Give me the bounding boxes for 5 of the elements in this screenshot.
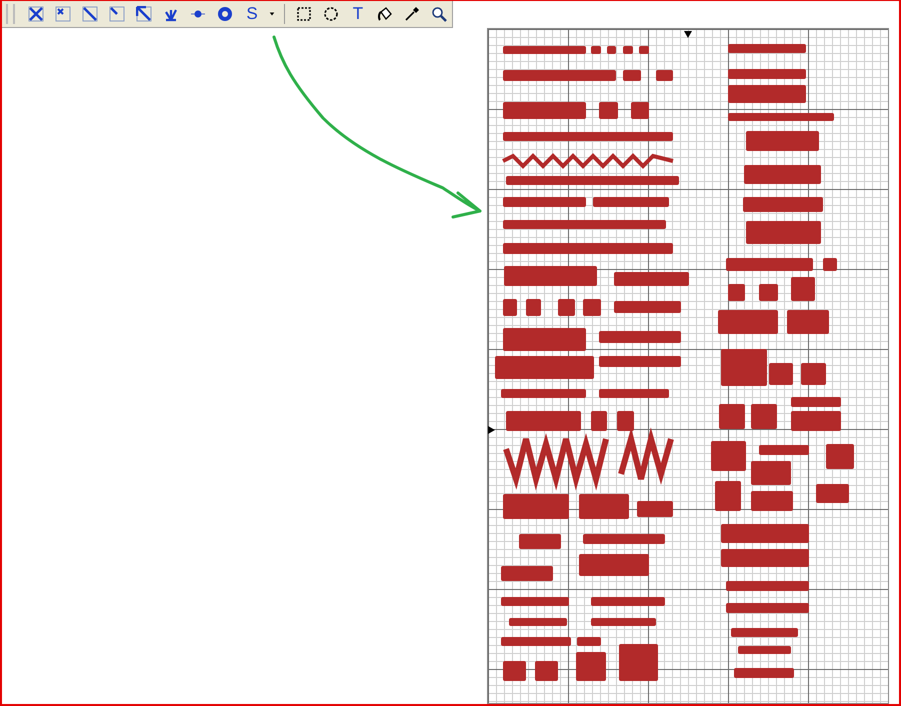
toolbar-grip[interactable] — [6, 4, 15, 24]
letter-tool-button[interactable]: T — [346, 3, 370, 25]
letter-tool-button[interactable]: S — [240, 3, 264, 25]
marker-triangle-icon — [684, 31, 692, 38]
marker-triangle-icon — [488, 426, 495, 434]
